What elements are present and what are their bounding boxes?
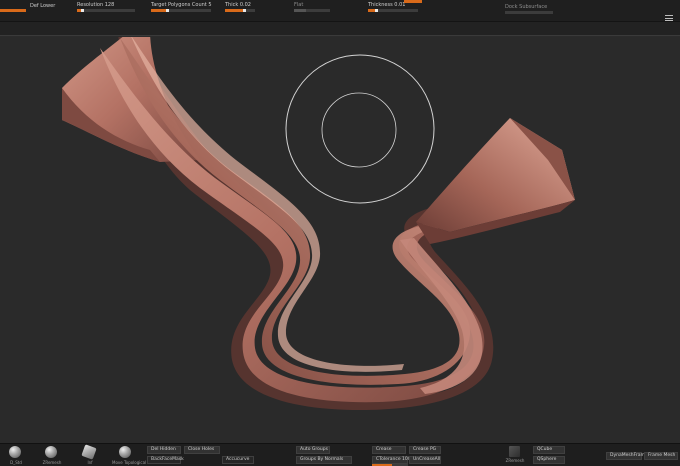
uncreaseall-button[interactable]: UnCreaseAll <box>409 456 441 464</box>
thick-slider[interactable]: Thick 0.02 <box>225 1 255 15</box>
flat-brush-icon <box>81 444 97 460</box>
secondary-strip <box>0 22 680 36</box>
ctolerance-slider[interactable]: CTolerance 100 <box>372 456 411 464</box>
target-polygons-label: Target Polygons Count 5 <box>151 2 212 8</box>
dock-subsurface-label: Dock Subsurface <box>505 4 548 10</box>
menu-icon[interactable] <box>665 15 673 21</box>
dock-subsurface-slider[interactable]: Dock Subsurface <box>505 3 553 17</box>
sphere-brush-icon <box>119 446 131 458</box>
thickness-label: Thickness 0.01 <box>368 2 406 8</box>
brush-label: Inf <box>87 460 93 465</box>
zremesh-tile-label: ZRemesh <box>505 458 525 463</box>
flat-slider[interactable]: Flat <box>294 1 330 15</box>
brush-inf[interactable]: Inf <box>76 444 104 466</box>
del-hidden-button[interactable]: Del Hidden <box>147 446 181 454</box>
crease-button[interactable]: Crease <box>372 446 406 454</box>
brush-label: D_Std <box>10 460 22 465</box>
brush-label: Move Topological <box>112 460 147 465</box>
top-palette: Def Lower Resolution 128 Target Polygons… <box>0 0 680 22</box>
brush-cursor <box>285 54 435 204</box>
accucurve-button[interactable]: Accucurve <box>222 456 254 464</box>
canvas-viewport[interactable] <box>0 37 680 443</box>
zbrush-window: Def Lower Resolution 128 Target Polygons… <box>0 0 680 466</box>
zremesh-icon <box>509 446 520 457</box>
flat-label: Flat <box>294 2 304 8</box>
crease-pg-button[interactable]: Crease PG <box>409 446 441 454</box>
zremesh-tile[interactable]: ZRemesh <box>505 446 525 464</box>
close-holes-button[interactable]: Close Holes <box>184 446 220 454</box>
target-polygons-slider[interactable]: Target Polygons Count 5 <box>151 1 212 15</box>
sphere-brush-icon <box>45 446 57 458</box>
sphere-brush-icon <box>9 446 21 458</box>
brush-zremesh[interactable]: ZRemesh <box>38 446 66 466</box>
dynamesh-framer-button[interactable]: DynaMeshFramer <box>606 452 649 460</box>
auto-groups-button[interactable]: Auto Groups <box>296 446 330 454</box>
thickness-slider[interactable]: Thickness 0.01 <box>368 1 418 15</box>
brush-move-topological[interactable]: Move Topological <box>112 446 147 466</box>
resolution-label: Resolution 128 <box>77 2 115 8</box>
qcube-button[interactable]: QCube <box>533 446 565 454</box>
resolution-slider[interactable]: Resolution 128 <box>77 1 135 15</box>
qsphere-button[interactable]: QSphere <box>533 456 565 464</box>
groups-by-normals-button[interactable]: Groups By Normals <box>296 456 352 464</box>
def-lower-slider[interactable]: Def Lower <box>0 2 56 16</box>
thick-label: Thick 0.02 <box>225 2 251 8</box>
brush-label: ZRemesh <box>42 460 62 465</box>
def-lower-label: Def Lower <box>30 3 56 9</box>
backfacemask-button[interactable]: BackFaceMask <box>147 456 184 464</box>
frame-mesh-button[interactable]: Frame Mesh <box>644 452 678 460</box>
active-tab-indicator <box>404 0 422 3</box>
brush-d-std[interactable]: D_Std <box>2 446 30 466</box>
